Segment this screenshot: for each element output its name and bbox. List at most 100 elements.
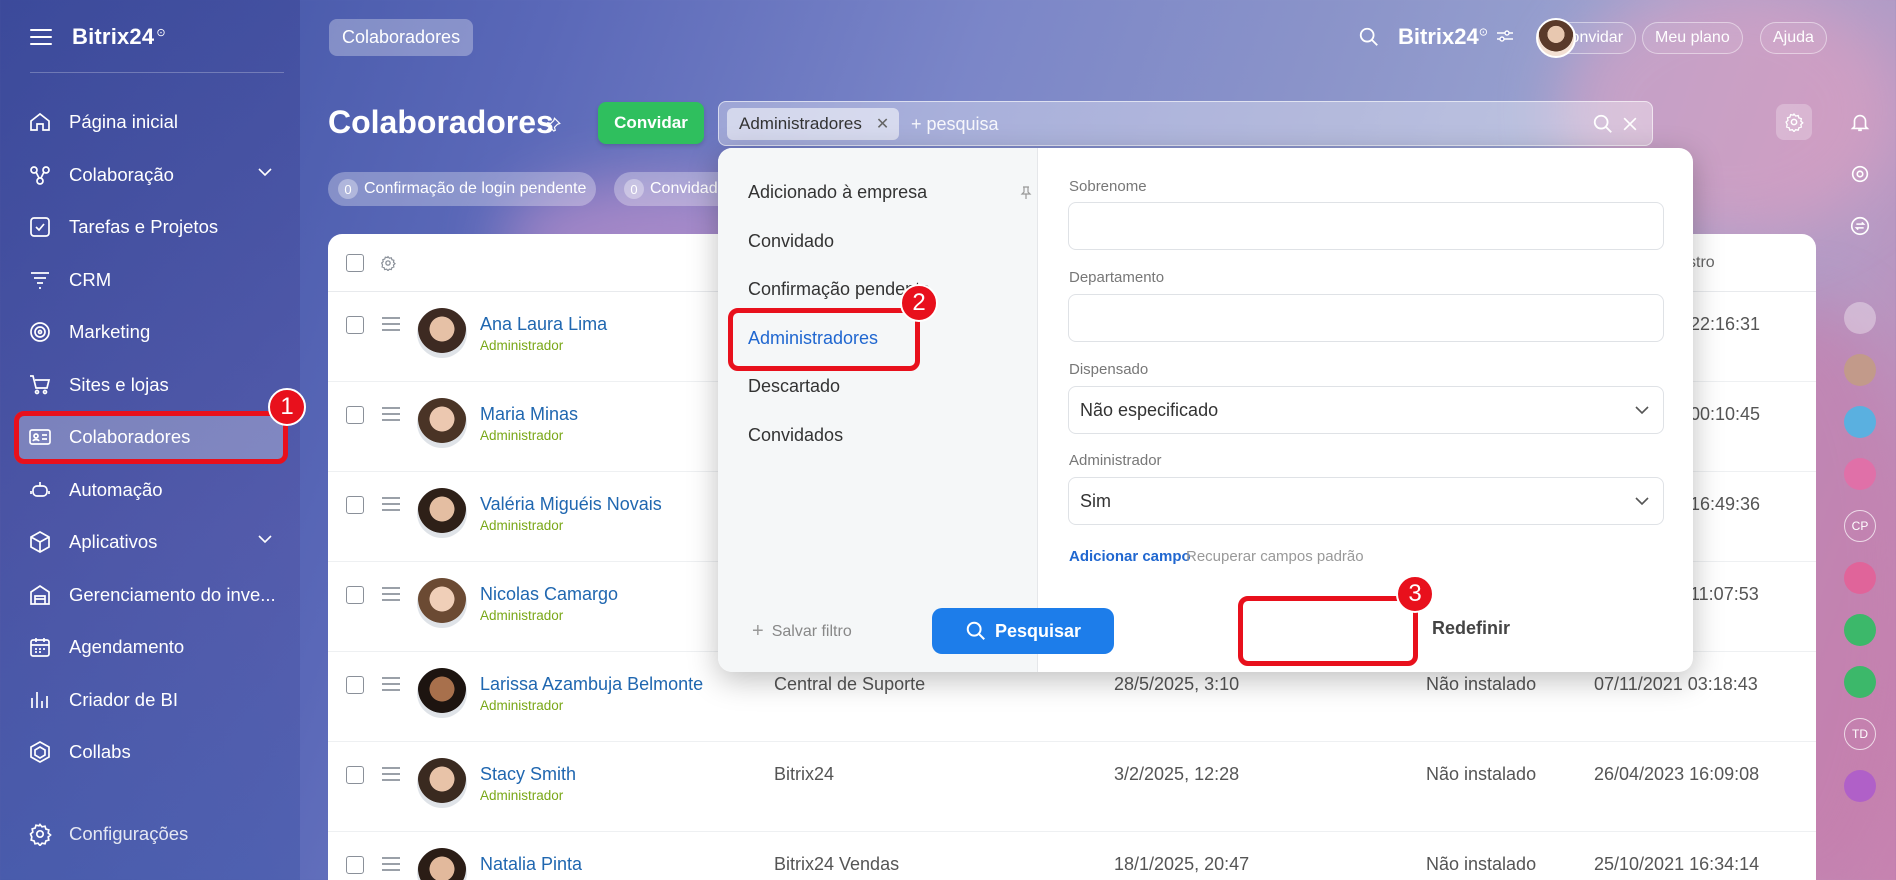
breadcrumb[interactable]: Colaboradores — [329, 19, 474, 56]
search-icon[interactable] — [1592, 113, 1614, 135]
employee-name[interactable]: Natalia Pinta — [480, 854, 582, 875]
surname-input[interactable] — [1068, 202, 1664, 250]
dismissed-select[interactable]: Não especificado — [1068, 386, 1664, 434]
sync-icon[interactable] — [1844, 210, 1876, 242]
add-field-link[interactable]: Adicionar campo — [1069, 548, 1191, 565]
drag-handle-icon[interactable] — [382, 317, 400, 335]
drag-handle-icon[interactable] — [382, 767, 400, 785]
close-icon[interactable]: ✕ — [876, 114, 889, 134]
department-input[interactable] — [1068, 294, 1664, 342]
employee-name[interactable]: Ana Laura Lima — [480, 314, 607, 335]
employee-role: Administrador — [480, 338, 564, 353]
bell-icon[interactable] — [1844, 106, 1876, 138]
row-checkbox[interactable] — [346, 856, 364, 874]
drag-handle-icon[interactable] — [382, 857, 400, 875]
employee-name[interactable]: Maria Minas — [480, 404, 578, 425]
save-filter-button[interactable]: + Salvar filtro — [752, 620, 852, 643]
sidebar-item-pagina-inicial[interactable]: Página inicial — [14, 96, 286, 149]
employee-name[interactable]: Stacy Smith — [480, 764, 576, 785]
clear-icon[interactable] — [1620, 113, 1640, 135]
chat-avatar-td[interactable]: TD — [1844, 718, 1876, 750]
task-icon-3[interactable] — [1844, 666, 1876, 698]
row-checkbox[interactable] — [346, 406, 364, 424]
table-row[interactable]: Stacy Smith Administrador Bitrix24 3/2/2025… — [328, 742, 1816, 832]
filter-preset[interactable]: Descartado — [748, 376, 840, 397]
chevron-down-icon[interactable] — [258, 167, 272, 177]
filter-search-bar[interactable]: Administradores ✕ + pesquisa — [718, 101, 1653, 146]
chat-avatar-2[interactable] — [1844, 354, 1876, 386]
search-input[interactable]: + pesquisa — [911, 114, 999, 135]
counter-pending-login[interactable]: 0 Confirmação de login pendente — [328, 172, 597, 206]
menu-icon[interactable] — [30, 29, 52, 45]
avatar[interactable] — [417, 578, 467, 628]
chat-icon-2[interactable] — [1844, 458, 1876, 490]
list-settings-button[interactable] — [1776, 104, 1812, 140]
filter-preset[interactable]: Convidados — [748, 425, 843, 446]
search-icon[interactable] — [1358, 26, 1380, 48]
gear-icon[interactable] — [380, 255, 396, 271]
help-button[interactable]: Ajuda — [1760, 22, 1827, 54]
avatar[interactable] — [417, 758, 467, 808]
select-all-checkbox[interactable] — [346, 254, 364, 272]
sidebar-item-aplicativos[interactable]: Aplicativos — [14, 516, 286, 569]
drag-handle-icon[interactable] — [382, 677, 400, 695]
sidebar-item-marketing[interactable]: Marketing — [14, 306, 286, 359]
row-checkbox[interactable] — [346, 586, 364, 604]
task-icon-1[interactable] — [1844, 562, 1876, 594]
sidebar-item-criador-de-bi[interactable]: Criador de BI — [14, 674, 286, 727]
pin-icon[interactable] — [1020, 186, 1032, 200]
sidebar-item-crm[interactable]: CRM — [14, 254, 286, 307]
sidebar-item-label: CRM — [69, 268, 112, 290]
sidebar-item-gerenciamento-do-inve[interactable]: Gerenciamento do inve... — [14, 569, 286, 622]
avatar[interactable] — [417, 308, 467, 358]
row-checkbox[interactable] — [346, 316, 364, 334]
reset-button[interactable]: Redefinir — [1432, 618, 1510, 639]
task-icon-2[interactable] — [1844, 614, 1876, 646]
search-button[interactable]: Pesquisar — [932, 608, 1114, 654]
avatar[interactable] — [417, 668, 467, 718]
sidebar-item-label: Aplicativos — [69, 531, 158, 553]
filter-chip-label: Administradores — [739, 114, 862, 133]
sidebar-item-label: Sites e lojas — [69, 373, 169, 395]
sliders-icon[interactable] — [1496, 28, 1514, 44]
avatar[interactable] — [417, 398, 467, 448]
employee-name[interactable]: Valéria Miguéis Novais — [480, 494, 662, 515]
row-checkbox[interactable] — [346, 676, 364, 694]
row-checkbox[interactable] — [346, 496, 364, 514]
avatar[interactable] — [417, 848, 467, 880]
filter-chip[interactable]: Administradores ✕ — [727, 108, 900, 140]
sidebar-item-label: Página inicial — [69, 111, 179, 133]
avatar[interactable] — [417, 488, 467, 538]
drag-handle-icon[interactable] — [382, 497, 400, 515]
pin-icon[interactable] — [544, 116, 562, 134]
sidebar-item-agendamento[interactable]: Agendamento — [14, 621, 286, 674]
chat-icon-3[interactable] — [1844, 770, 1876, 802]
sidebar-item-colaboracao[interactable]: Colaboração — [14, 149, 286, 202]
topbar-logo[interactable]: Bitrix24⊙ — [1398, 24, 1514, 50]
logo[interactable]: Bitrix24 ⊙ — [72, 24, 166, 50]
copilot-icon[interactable] — [1844, 158, 1876, 190]
sidebar-item-collabs[interactable]: Collabs — [14, 726, 286, 779]
drag-handle-icon[interactable] — [382, 587, 400, 605]
chat-icon-1[interactable] — [1844, 406, 1876, 438]
sidebar-item-settings[interactable]: Configurações — [28, 822, 188, 846]
invite-button[interactable]: Convidar — [598, 102, 704, 144]
restore-fields-link[interactable]: Recuperar campos padrão — [1186, 548, 1364, 565]
admin-select[interactable]: Sim — [1068, 477, 1664, 525]
employee-name[interactable]: Nicolas Camargo — [480, 584, 618, 605]
chevron-down-icon[interactable] — [258, 534, 272, 544]
chat-avatar-1[interactable] — [1844, 302, 1876, 334]
filter-preset[interactable]: Convidado — [748, 231, 834, 252]
row-checkbox[interactable] — [346, 766, 364, 784]
apps-icon — [28, 530, 52, 554]
sidebar-item-automacao[interactable]: Automação — [14, 464, 286, 517]
user-avatar[interactable] — [1536, 18, 1576, 58]
sidebar-item-tarefas-e-projetos[interactable]: Tarefas e Projetos — [14, 201, 286, 254]
chat-avatar-cp[interactable]: CP — [1844, 510, 1876, 542]
employee-name[interactable]: Larissa Azambuja Belmonte — [480, 674, 703, 695]
filter-preset[interactable]: Adicionado à empresa — [748, 182, 927, 203]
drag-handle-icon[interactable] — [382, 407, 400, 425]
sidebar-item-sites-e-lojas[interactable]: Sites e lojas — [14, 359, 286, 412]
my-plan-button[interactable]: Meu plano — [1642, 22, 1743, 54]
table-row[interactable]: Natalia Pinta Bitrix24 Vendas 18/1/2025, 2… — [328, 832, 1816, 880]
